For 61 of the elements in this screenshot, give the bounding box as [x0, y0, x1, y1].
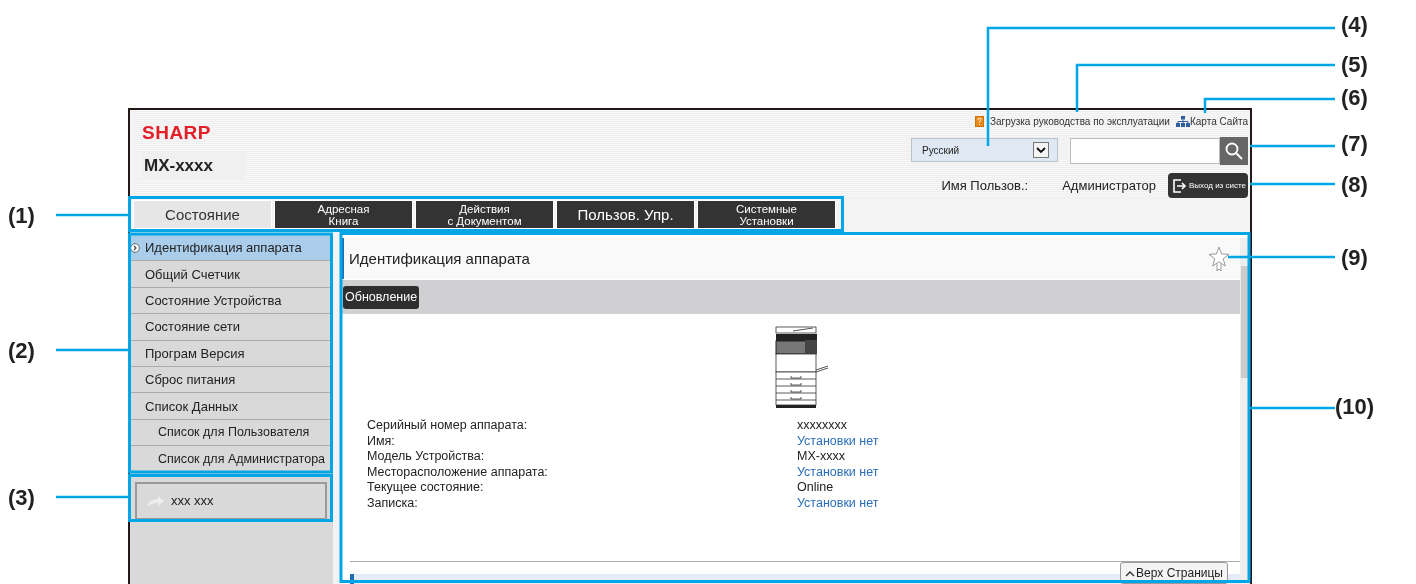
field-value-link[interactable]: Установки нет — [797, 433, 1240, 449]
field-label: Текущее состояние: — [367, 480, 485, 496]
field-label: Месторасположение аппарата: — [367, 464, 549, 480]
search-icon — [1224, 141, 1244, 161]
callout-label: (10) — [1335, 394, 1375, 420]
callout-label: (7) — [1341, 131, 1368, 157]
search-field[interactable] — [1070, 138, 1220, 164]
leader-line — [56, 495, 128, 499]
chevron-down-icon — [1033, 142, 1049, 158]
language-dropdown[interactable]: Русский — [911, 138, 1058, 162]
callout-label: (6) — [1341, 85, 1368, 111]
sidebar-item[interactable]: Список для Пользователя — [130, 419, 333, 447]
nav-tab[interactable]: Состояние — [133, 200, 272, 229]
sidebar-item[interactable]: Идентификация аппарата — [130, 235, 333, 262]
help-icon — [975, 115, 984, 127]
nav-tab[interactable]: Адресная Книга — [274, 200, 413, 229]
field-value-link[interactable]: Установки нет — [797, 464, 1240, 480]
scrollbar[interactable] — [1240, 238, 1250, 584]
sidebar-item[interactable]: Состояние Устройства — [130, 287, 333, 315]
shortcut-button[interactable]: xxx xxx — [135, 481, 327, 520]
search-button[interactable] — [1220, 137, 1248, 165]
callout-label: (8) — [1341, 172, 1368, 198]
sidebar-item[interactable]: Состояние сети — [130, 314, 333, 341]
chevron-circle-icon — [130, 242, 140, 253]
nav-tab[interactable]: Системные Установки — [697, 200, 836, 229]
field-value-link[interactable]: Установки нет — [797, 495, 1240, 511]
sidebar-item[interactable]: Общий Счетчик — [130, 261, 333, 288]
caret-up-icon — [1125, 569, 1136, 577]
page-title: Идентификация аппарата — [349, 250, 530, 267]
field-value: xxxxxxxx — [797, 418, 848, 434]
callout-label: (1) — [8, 203, 35, 229]
manual-download-link[interactable]: Загрузка руководства по эксплуатации — [975, 115, 1170, 127]
sitemap-link[interactable]: Карта Сайта — [1175, 115, 1248, 127]
sitemap-icon — [1175, 115, 1190, 127]
leader-line — [56, 213, 128, 217]
field-label: Серийный номер аппарата: — [367, 418, 529, 434]
field-label: Имя: — [367, 433, 396, 449]
sidebar-item[interactable]: Програм Версия — [130, 340, 333, 367]
logout-button[interactable]: Выход из систе — [1168, 173, 1248, 198]
field-value: MX-xxxx — [797, 449, 846, 465]
sidebar-item[interactable]: Список Данных — [130, 393, 333, 420]
model-name: MX-xxxx — [142, 152, 245, 180]
field-label: Модель Устройства: — [367, 449, 486, 465]
logo: SHARP — [142, 122, 212, 144]
field-label: Записка: — [367, 495, 419, 511]
user-name-label: Имя Пользов.: — [941, 178, 1029, 193]
callout-label: (2) — [8, 338, 35, 364]
callout-label: (5) — [1341, 52, 1368, 78]
field-value: Online — [797, 480, 835, 496]
sidebar-item[interactable]: Сброс питания — [130, 366, 333, 394]
refresh-button[interactable]: Обновление — [343, 285, 420, 309]
user-name: Администратор — [1062, 178, 1156, 193]
nav-tab[interactable]: Действия с Документом — [415, 200, 554, 229]
leader-line — [56, 348, 128, 352]
logout-icon — [1172, 177, 1188, 194]
nav-tab[interactable]: Пользов. Упр. — [556, 200, 695, 229]
callout-label: (4) — [1341, 12, 1368, 38]
star-icon[interactable] — [1208, 245, 1230, 272]
callout-label: (9) — [1341, 245, 1368, 271]
sidebar-item[interactable]: Список для Администратора — [130, 446, 333, 473]
callout-label: (3) — [8, 485, 35, 511]
